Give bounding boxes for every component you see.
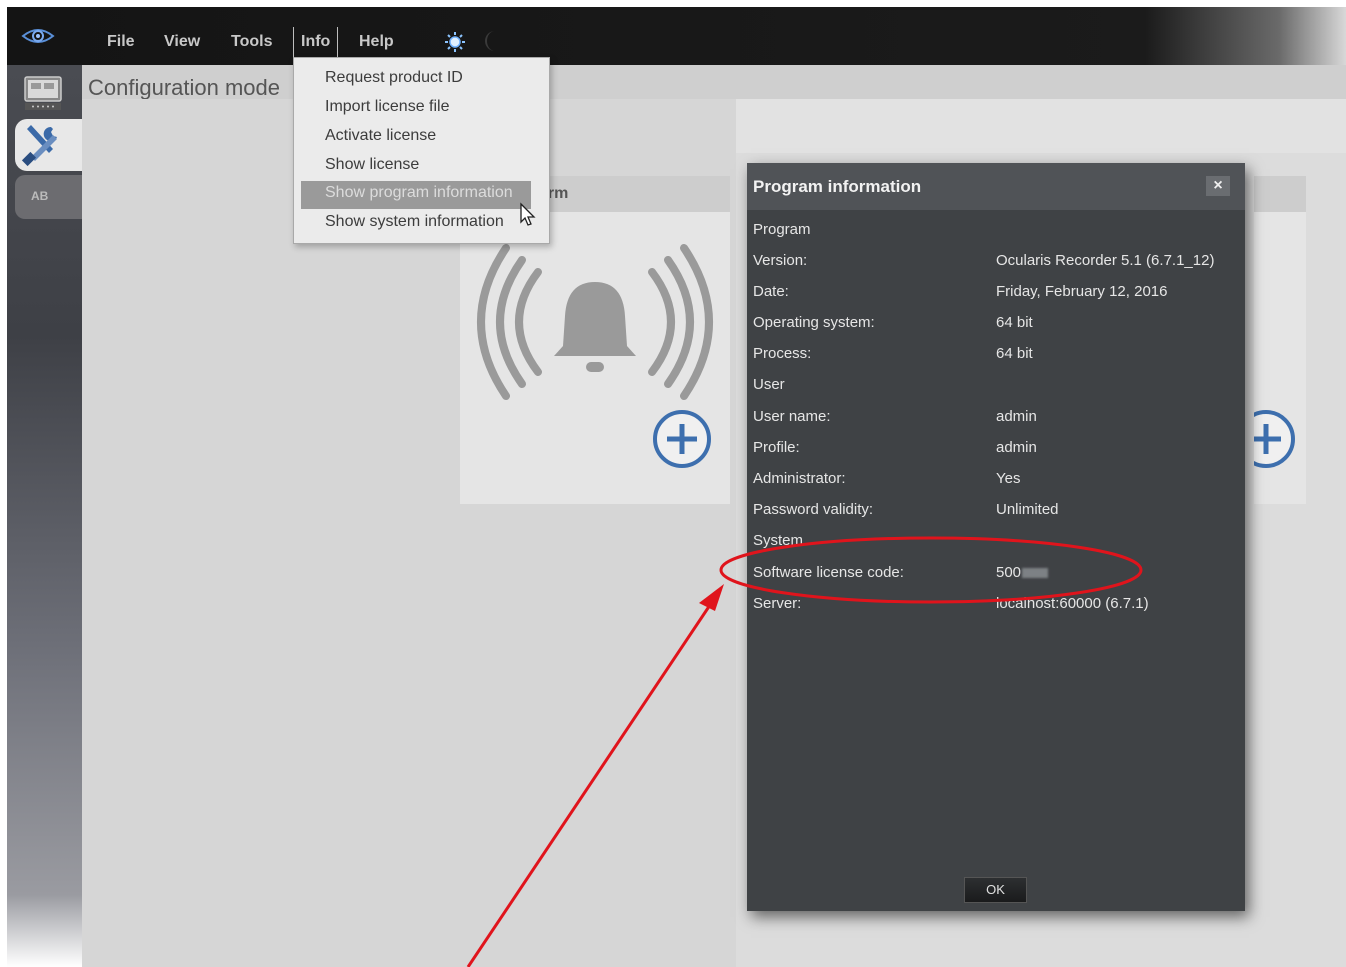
highlight-ellipse [719,536,1143,604]
annotation-arrowhead [699,584,724,611]
screenshot: File View Tools Info Help AB Configurati… [0,0,1346,967]
annotation-overlay [466,536,1143,967]
annotation-arrow-line [466,601,714,967]
